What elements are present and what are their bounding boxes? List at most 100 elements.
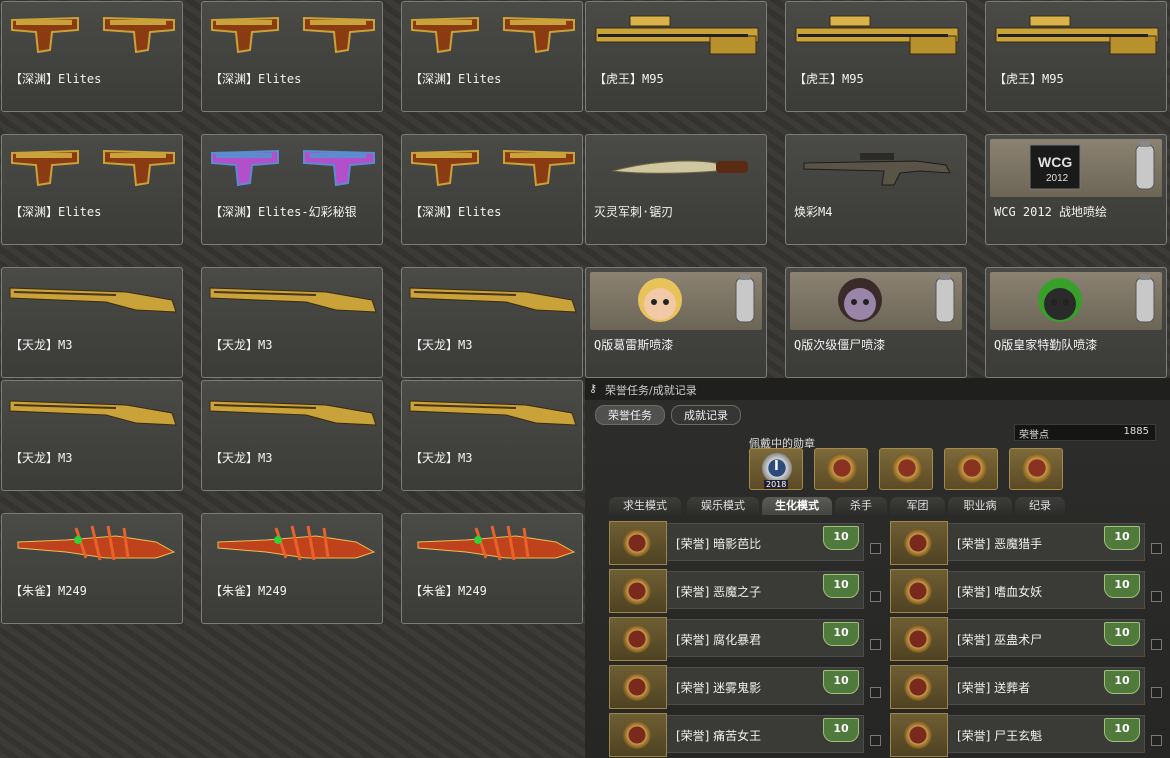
tab-honor-missions[interactable]: 荣誉任务 xyxy=(595,405,665,425)
item-name: Q版皇家特勤队喷漆 xyxy=(994,338,1098,352)
inventory-card[interactable]: 【天龙】M3 xyxy=(201,380,383,491)
inventory-card[interactable]: 【天龙】M3 xyxy=(401,380,583,491)
item-name: 【朱雀】M249 xyxy=(10,584,87,598)
tab-mode-3[interactable]: 杀手 xyxy=(835,497,887,515)
pistol-icon xyxy=(211,16,279,54)
inventory-card[interactable]: Q版葛雷斯喷漆 xyxy=(585,267,767,378)
honor-row[interactable]: [荣誉] 巫蛊术尸 10 xyxy=(890,617,1145,661)
medal-disc xyxy=(904,673,932,701)
weapon-icon xyxy=(6,139,178,197)
item-name: 【天龙】M3 xyxy=(410,451,473,465)
tab-mode-2[interactable]: 生化模式 xyxy=(762,497,832,515)
honor-points-label: 荣誉点 xyxy=(1019,430,1049,441)
honor-medal-icon xyxy=(890,569,948,613)
pistol-icon xyxy=(411,16,479,54)
pistol-icon xyxy=(11,149,79,187)
honor-row[interactable]: [荣誉] 恶魔之子 10 xyxy=(609,569,864,613)
medal-slot-3[interactable] xyxy=(879,448,933,490)
medal-disc xyxy=(623,625,651,653)
honor-medal-icon xyxy=(890,713,948,757)
inventory-card[interactable]: 【深渊】Elites xyxy=(1,1,183,112)
inventory-card[interactable]: 【虎王】M95 xyxy=(985,1,1167,112)
honor-checkbox[interactable] xyxy=(1151,687,1162,698)
inventory-card[interactable]: 焕彩M4 xyxy=(785,134,967,245)
spray-icon xyxy=(590,272,762,330)
honor-checkbox[interactable] xyxy=(870,639,881,650)
honor-checkbox[interactable] xyxy=(870,687,881,698)
inventory-card[interactable]: 【朱雀】M249 xyxy=(201,513,383,624)
medal-slot-5[interactable] xyxy=(1009,448,1063,490)
level-badge: 10 xyxy=(1104,622,1140,646)
inventory-card[interactable]: 【虎王】M95 xyxy=(585,1,767,112)
honor-checkbox[interactable] xyxy=(1151,543,1162,554)
pistol-icon xyxy=(211,149,279,187)
honor-row[interactable]: [荣誉] 尸王玄魁 10 xyxy=(890,713,1145,757)
medal-icon xyxy=(1022,453,1052,483)
weapon-icon xyxy=(790,6,962,64)
medal-disc xyxy=(623,529,651,557)
honor-title: [荣誉] 送葬者 xyxy=(957,681,1031,695)
level-badge: 10 xyxy=(823,622,859,646)
inventory-card[interactable]: 【虎王】M95 xyxy=(785,1,967,112)
inventory-card[interactable]: 【深渊】Elites xyxy=(1,134,183,245)
tab-mode-1[interactable]: 娱乐模式 xyxy=(687,497,759,515)
item-name: 【天龙】M3 xyxy=(10,451,73,465)
inventory-card[interactable]: 【天龙】M3 xyxy=(201,267,383,378)
pistol-icon xyxy=(103,149,175,187)
inventory-card[interactable]: 【朱雀】M249 xyxy=(1,513,183,624)
inventory-card[interactable]: WCG 2012 WCG 2012 战地喷绘 xyxy=(985,134,1167,245)
medal-icon xyxy=(892,453,922,483)
honor-medal-icon xyxy=(609,713,667,757)
medal-slot-4[interactable] xyxy=(944,448,998,490)
inventory-card[interactable]: Q版次级僵尸喷漆 xyxy=(785,267,967,378)
medal-disc xyxy=(623,721,651,749)
honor-row[interactable]: [荣誉] 腐化暴君 10 xyxy=(609,617,864,661)
weapon-icon xyxy=(206,139,378,197)
tab-mode-4[interactable]: 军团 xyxy=(890,497,945,515)
inventory-card[interactable]: 【天龙】M3 xyxy=(1,267,183,378)
tab-mode-5[interactable]: 职业病 xyxy=(948,497,1012,515)
honor-row[interactable]: [荣誉] 迷雾鬼影 10 xyxy=(609,665,864,709)
honor-checkbox[interactable] xyxy=(1151,591,1162,602)
honor-title: [荣誉] 嗜血女妖 xyxy=(957,585,1043,599)
honor-row[interactable]: [荣誉] 送葬者 10 xyxy=(890,665,1145,709)
inventory-card[interactable]: 【朱雀】M249 xyxy=(401,513,583,624)
medal-slot-2[interactable] xyxy=(814,448,868,490)
honor-checkbox[interactable] xyxy=(1151,735,1162,746)
inventory-card[interactable]: Q版皇家特勤队喷漆 xyxy=(985,267,1167,378)
inventory-card[interactable]: 【天龙】M3 xyxy=(1,380,183,491)
honor-checkbox[interactable] xyxy=(870,591,881,602)
weapon-icon xyxy=(206,272,378,330)
honor-title: [荣誉] 迷雾鬼影 xyxy=(676,681,762,695)
inventory-card[interactable]: 【深渊】Elites xyxy=(401,134,583,245)
spray-icon xyxy=(990,272,1162,330)
weapon-icon xyxy=(790,139,962,197)
inventory-card[interactable]: 灭灵军刺·锯刃 xyxy=(585,134,767,245)
honor-checkbox[interactable] xyxy=(1151,639,1162,650)
inventory-card[interactable]: 【深渊】Elites xyxy=(201,1,383,112)
item-name: 【虎王】M95 xyxy=(594,72,664,86)
item-name: Q版次级僵尸喷漆 xyxy=(794,338,886,352)
level-badge: 10 xyxy=(1104,718,1140,742)
tab-mode-6[interactable]: 纪录 xyxy=(1015,497,1065,515)
weapon-icon xyxy=(206,385,378,443)
item-name: 【深渊】Elites xyxy=(10,205,102,219)
honor-row[interactable]: [荣誉] 嗜血女妖 10 xyxy=(890,569,1145,613)
inventory-card[interactable]: 【深渊】Elites xyxy=(401,1,583,112)
honor-title: [荣誉] 腐化暴君 xyxy=(676,633,762,647)
tab-mode-0[interactable]: 求生模式 xyxy=(609,497,681,515)
item-name: 【天龙】M3 xyxy=(10,338,73,352)
honor-row[interactable]: [荣誉] 痛苦女王 10 xyxy=(609,713,864,757)
item-name: 【天龙】M3 xyxy=(210,338,273,352)
honor-row[interactable]: [荣誉] 恶魔猎手 10 xyxy=(890,521,1145,565)
weapon-icon xyxy=(6,518,178,576)
inventory-card[interactable]: 【天龙】M3 xyxy=(401,267,583,378)
weapon-icon xyxy=(990,6,1162,64)
honor-checkbox[interactable] xyxy=(870,735,881,746)
pistol-icon xyxy=(411,149,479,187)
honor-checkbox[interactable] xyxy=(870,543,881,554)
tab-achievements[interactable]: 成就记录 xyxy=(671,405,741,425)
inventory-card[interactable]: 【深渊】Elites-幻彩秘银 xyxy=(201,134,383,245)
medal-slot-1[interactable]: I 2018 xyxy=(749,448,803,490)
honor-row[interactable]: [荣誉] 暗影芭比 10 xyxy=(609,521,864,565)
